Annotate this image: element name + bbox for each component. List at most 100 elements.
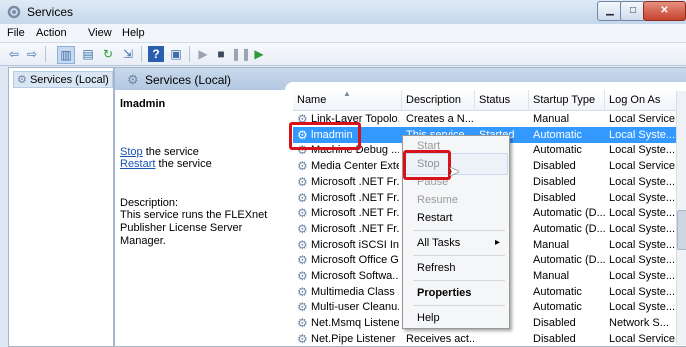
- stop-service-link[interactable]: Stop: [120, 146, 143, 158]
- cell-startup: Disabled: [533, 317, 576, 330]
- cell-name: Microsoft .NET Fr...: [311, 222, 399, 235]
- panel-title: Services (Local): [145, 73, 232, 87]
- cell-name: Microsoft .NET Fr...: [311, 207, 399, 220]
- description-text: This service runs the FLEXnet Publisher …: [120, 209, 268, 247]
- cell-logon: Local Syste...: [609, 207, 676, 220]
- back-icon[interactable]: ⇦: [6, 46, 22, 62]
- description-pane: lmadmin Stop the service Restart the ser…: [115, 90, 291, 346]
- cell-logon: Local Syste...: [609, 254, 676, 267]
- export-icon[interactable]: ⇲: [120, 46, 136, 62]
- context-menu-all-tasks[interactable]: All Tasks: [417, 237, 460, 249]
- cell-logon: Local Service: [609, 332, 676, 345]
- context-menu-properties[interactable]: Properties: [417, 287, 471, 299]
- service-gear-icon: ⚙: [297, 174, 308, 189]
- selected-service-name: lmadmin: [120, 98, 166, 110]
- forward-icon[interactable]: ⇨: [24, 46, 40, 62]
- properties-icon[interactable]: ▤: [80, 46, 96, 62]
- stop-icon[interactable]: ■: [213, 46, 229, 62]
- cell-logon: Local Syste...: [609, 270, 676, 282]
- window-title: Services: [27, 5, 74, 19]
- cell-logon: Network S...: [609, 317, 669, 330]
- cell-logon: Local Syste...: [609, 285, 676, 298]
- start-icon[interactable]: ▶: [195, 46, 211, 62]
- restart-service-link[interactable]: Restart: [120, 158, 155, 170]
- column-header-startup-type[interactable]: Startup Type: [529, 90, 605, 110]
- services-panel: ⚙ Services (Local) lmadmin Stop the serv…: [114, 67, 686, 347]
- submenu-arrow-icon: ▸: [495, 237, 501, 248]
- cell-logon: Local Syste...: [609, 301, 676, 314]
- cell-startup: Automatic: [533, 144, 582, 157]
- cell-description: Receives act...: [406, 332, 474, 345]
- service-gear-icon: ⚙: [297, 331, 308, 346]
- mouse-cursor-icon: ➤: [448, 163, 460, 179]
- context-menu-resume: Resume: [417, 194, 458, 206]
- column-header-description[interactable]: Description: [402, 90, 475, 110]
- column-header-name[interactable]: Name ▲: [293, 90, 402, 110]
- service-gear-icon: ⚙: [297, 316, 308, 331]
- cell-name: Microsoft .NET Fr...: [311, 191, 399, 204]
- gear-icon: ⚙: [17, 74, 27, 86]
- cell-startup: Automatic: [533, 285, 582, 298]
- cell-startup: Disabled: [533, 175, 576, 188]
- cell-name: Multimedia Class ...: [311, 285, 399, 298]
- show-tree-icon[interactable]: ▥: [57, 46, 75, 64]
- service-gear-icon: ⚙: [297, 269, 308, 283]
- cell-name: Microsoft .NET Fr...: [311, 175, 399, 188]
- cell-name: Multi-user Cleanu...: [311, 301, 399, 314]
- context-menu-refresh[interactable]: Refresh: [417, 262, 456, 274]
- cell-startup: Automatic: [533, 128, 582, 141]
- cell-startup: Disabled: [533, 332, 576, 345]
- column-header-log-on-as[interactable]: Log On As: [605, 90, 686, 110]
- help-icon[interactable]: ?: [148, 46, 164, 62]
- context-menu-help[interactable]: Help: [417, 312, 440, 324]
- cell-name: Media Center Exte...: [311, 160, 399, 173]
- annotation-box-stop: [403, 150, 451, 180]
- sort-ascending-icon: ▲: [343, 90, 351, 98]
- stop-service-text: the service: [142, 146, 199, 158]
- pause-icon[interactable]: ❚❚: [231, 46, 251, 62]
- cell-startup: Manual: [533, 113, 570, 125]
- menu-action[interactable]: Action: [36, 27, 67, 39]
- tree-item-label: Services (Local): [29, 74, 109, 86]
- cell-logon: Local Syste...: [609, 144, 676, 157]
- refresh-icon[interactable]: ↻: [100, 46, 116, 62]
- title-bar: Services ▁ □ ✕: [0, 0, 686, 24]
- services-app-icon: [7, 5, 21, 19]
- panel-header: ⚙ Services (Local): [115, 68, 686, 90]
- cell-startup: Automatic (D...: [533, 254, 605, 267]
- help-topic-icon[interactable]: ▣: [168, 46, 184, 62]
- table-row[interactable]: ⚙ Net.Pipe Listener ... Receives act... Dis…: [293, 331, 686, 346]
- menu-help[interactable]: Help: [122, 27, 145, 39]
- column-header-status[interactable]: Status: [475, 90, 529, 110]
- cell-logon: Local Syste...: [609, 222, 676, 235]
- service-gear-icon: ⚙: [297, 206, 308, 221]
- restart-icon[interactable]: ▶: [251, 46, 267, 62]
- cell-startup: Manual: [533, 238, 570, 251]
- close-button[interactable]: ✕: [643, 1, 686, 21]
- cell-startup: Disabled: [533, 191, 576, 204]
- context-menu-separator: [413, 305, 505, 306]
- cell-name: Net.Msmq Listene...: [311, 317, 399, 330]
- cell-description: Creates a N...: [406, 113, 474, 125]
- console-tree: ⚙ Services (Local): [8, 67, 114, 347]
- service-gear-icon: ⚙: [297, 300, 308, 315]
- toolbar-separator: [45, 46, 46, 62]
- toolbar-separator: [189, 46, 190, 62]
- menu-view[interactable]: View: [88, 27, 112, 39]
- cell-logon: Local Syste...: [609, 238, 676, 251]
- context-menu-separator: [413, 255, 505, 256]
- tree-item-services-local[interactable]: ⚙ Services (Local): [13, 71, 113, 88]
- description-label: Description:: [120, 197, 179, 209]
- cell-startup: Automatic (D...: [533, 222, 605, 235]
- cell-startup: Manual: [533, 270, 570, 282]
- cell-name: Net.Pipe Listener ...: [311, 332, 399, 345]
- cell-startup: Automatic: [533, 301, 582, 314]
- restart-service-line: Restart the service: [120, 158, 212, 170]
- menu-file[interactable]: File: [7, 27, 25, 39]
- menu-bar: File Action View Help: [0, 24, 686, 43]
- service-gear-icon: ⚙: [297, 190, 308, 205]
- context-menu-restart[interactable]: Restart: [417, 212, 452, 224]
- extended-tab-edge: [285, 82, 686, 90]
- context-menu-separator: [413, 280, 505, 281]
- scrollbar-thumb[interactable]: [677, 210, 686, 250]
